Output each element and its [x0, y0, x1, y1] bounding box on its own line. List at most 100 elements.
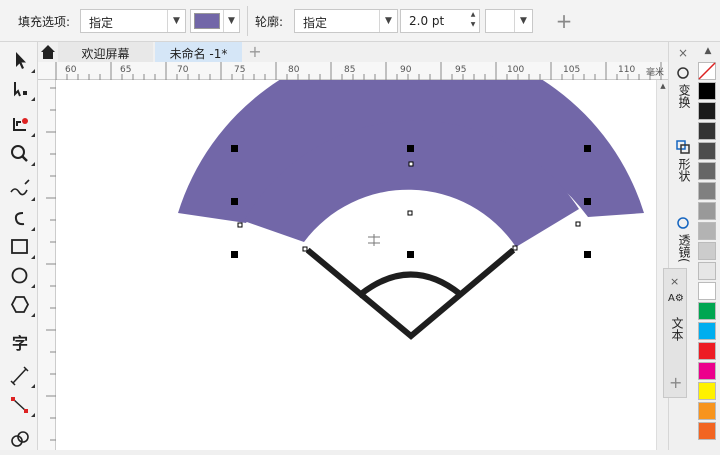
text-tool-icon: 字 [12, 334, 29, 353]
transform-icon [677, 67, 689, 79]
cursor-arrow-icon [16, 52, 26, 69]
palette-swatch[interactable] [698, 122, 716, 140]
shape-node-icon [14, 82, 27, 97]
curve-icon [14, 212, 25, 226]
horizontal-ruler[interactable]: 60 65 70 75 80 85 90 95 100 105 110 毫米 [38, 62, 668, 80]
document-tabs: 欢迎屏幕 未命名 -1* + [38, 42, 668, 62]
chevron-up-icon[interactable]: ▲ [696, 42, 720, 60]
chevron-down-icon[interactable]: ▼ [223, 10, 239, 32]
palette-swatch[interactable] [698, 202, 716, 220]
ruler-number: 100 [507, 65, 525, 75]
chevron-down-icon[interactable]: ▼ [514, 10, 532, 32]
palette-swatch[interactable] [698, 142, 716, 160]
fill-options-label: 填充选项: [18, 15, 71, 29]
palette-swatch[interactable] [698, 102, 716, 120]
docker-tab-transform[interactable]: 变换 [669, 66, 697, 136]
palette-swatch[interactable] [698, 402, 716, 420]
ruler-number: 90 [400, 65, 412, 75]
toolbox: 字 [0, 42, 38, 450]
polygon-icon [10, 296, 30, 313]
fill-type-value: 指定 [89, 16, 114, 30]
ruler-number: 105 [563, 65, 581, 75]
docker-tab-label: 变换 [677, 84, 691, 108]
add-icon[interactable]: + [669, 373, 682, 392]
palette-swatch[interactable] [698, 262, 716, 280]
spinner-arrows-icon[interactable]: ▲ ▼ [467, 10, 479, 32]
palette-swatch[interactable] [698, 62, 716, 80]
ruler-number: 95 [455, 65, 467, 75]
palette-swatch[interactable] [698, 182, 716, 200]
shape-icon [676, 140, 690, 154]
outline-type-value: 指定 [303, 16, 328, 30]
ruler-number: 85 [344, 65, 356, 75]
ruler-number: 80 [288, 65, 300, 75]
outline-width-field[interactable]: 2.0 pt ▲ ▼ [400, 9, 480, 33]
artistic-media-tool[interactable] [7, 206, 35, 232]
blend-icon [11, 431, 29, 447]
chevron-down-icon[interactable]: ▼ [379, 10, 397, 32]
palette-swatch[interactable] [698, 302, 716, 320]
text-properties-icon: A⚙ [668, 293, 684, 304]
freehand-tool[interactable] [7, 176, 35, 202]
fill-color-picker[interactable]: ▼ [190, 9, 240, 33]
pick-tool[interactable] [7, 48, 35, 74]
palette-swatch[interactable] [698, 222, 716, 240]
palette-swatch[interactable] [698, 422, 716, 440]
outline-shape[interactable] [305, 247, 516, 340]
ellipse-icon [11, 267, 28, 284]
palette-swatch[interactable] [698, 382, 716, 400]
blend-tool[interactable] [7, 426, 33, 452]
ruler-unit: 毫米 [646, 68, 665, 78]
ruler-number: 70 [177, 65, 189, 75]
tab-untitled-document[interactable]: 未命名 -1* [155, 42, 242, 62]
palette-swatch[interactable] [698, 362, 716, 380]
freehand-icon [10, 179, 30, 196]
palette-swatch[interactable] [698, 162, 716, 180]
ruler-number: 75 [234, 65, 246, 75]
outline-type-dropdown[interactable]: 指定 ▼ [294, 9, 398, 33]
ruler-number: 60 [65, 65, 77, 75]
dimension-icon [10, 366, 29, 386]
palette-swatch[interactable] [698, 342, 716, 360]
zoom-tool[interactable] [7, 141, 35, 167]
lens-icon [677, 217, 689, 229]
chevron-down-icon[interactable]: ▼ [167, 10, 185, 32]
text-docker-panel[interactable]: × A⚙ 文本 + [663, 268, 687, 398]
polygon-tool[interactable] [7, 292, 35, 318]
crop-tool[interactable] [7, 112, 35, 138]
palette-swatch[interactable] [698, 282, 716, 300]
close-icon[interactable]: × [670, 275, 679, 288]
drawing-canvas[interactable] [56, 80, 656, 450]
outline-label: 轮廓: [255, 15, 284, 29]
ellipse-tool[interactable] [7, 263, 35, 289]
outline-width-value: 2.0 pt [409, 14, 445, 28]
new-tab-icon[interactable]: + [245, 42, 265, 62]
property-bar: 填充选项: 指定 ▼ ▼ 轮廓: 指定 ▼ 2.0 pt ▲ ▼ ▼ + [0, 0, 720, 42]
palette-swatch[interactable] [698, 82, 716, 100]
docker-tab-label: 透镜( [677, 234, 691, 263]
add-icon[interactable]: + [553, 10, 575, 32]
divider [247, 6, 248, 36]
outline-color-picker[interactable]: ▼ [485, 9, 533, 33]
text-tool[interactable]: 字 [7, 327, 33, 353]
crop-icon [13, 118, 28, 131]
vertical-ruler[interactable] [38, 80, 56, 450]
fill-color-swatch [194, 13, 220, 29]
fill-type-dropdown[interactable]: 指定 ▼ [80, 9, 186, 33]
ruler-number: 110 [618, 65, 636, 75]
docker-tab-shape[interactable]: 形状 [669, 140, 697, 200]
zoom-icon [11, 145, 28, 162]
close-icon[interactable]: × [678, 46, 688, 60]
rectangle-tool[interactable] [7, 234, 35, 260]
tab-welcome-screen[interactable]: 欢迎屏幕 [58, 42, 153, 62]
connector-icon [11, 397, 28, 413]
dimension-tool[interactable] [7, 363, 35, 389]
home-icon[interactable] [38, 42, 58, 62]
node-tool[interactable] [7, 76, 35, 102]
ruler-number: 65 [120, 65, 132, 75]
connector-tool[interactable] [7, 392, 35, 418]
palette-swatch[interactable] [698, 242, 716, 260]
docker-tab-label: 文本 [670, 317, 684, 341]
rectangle-icon [11, 239, 28, 254]
palette-swatch[interactable] [698, 322, 716, 340]
